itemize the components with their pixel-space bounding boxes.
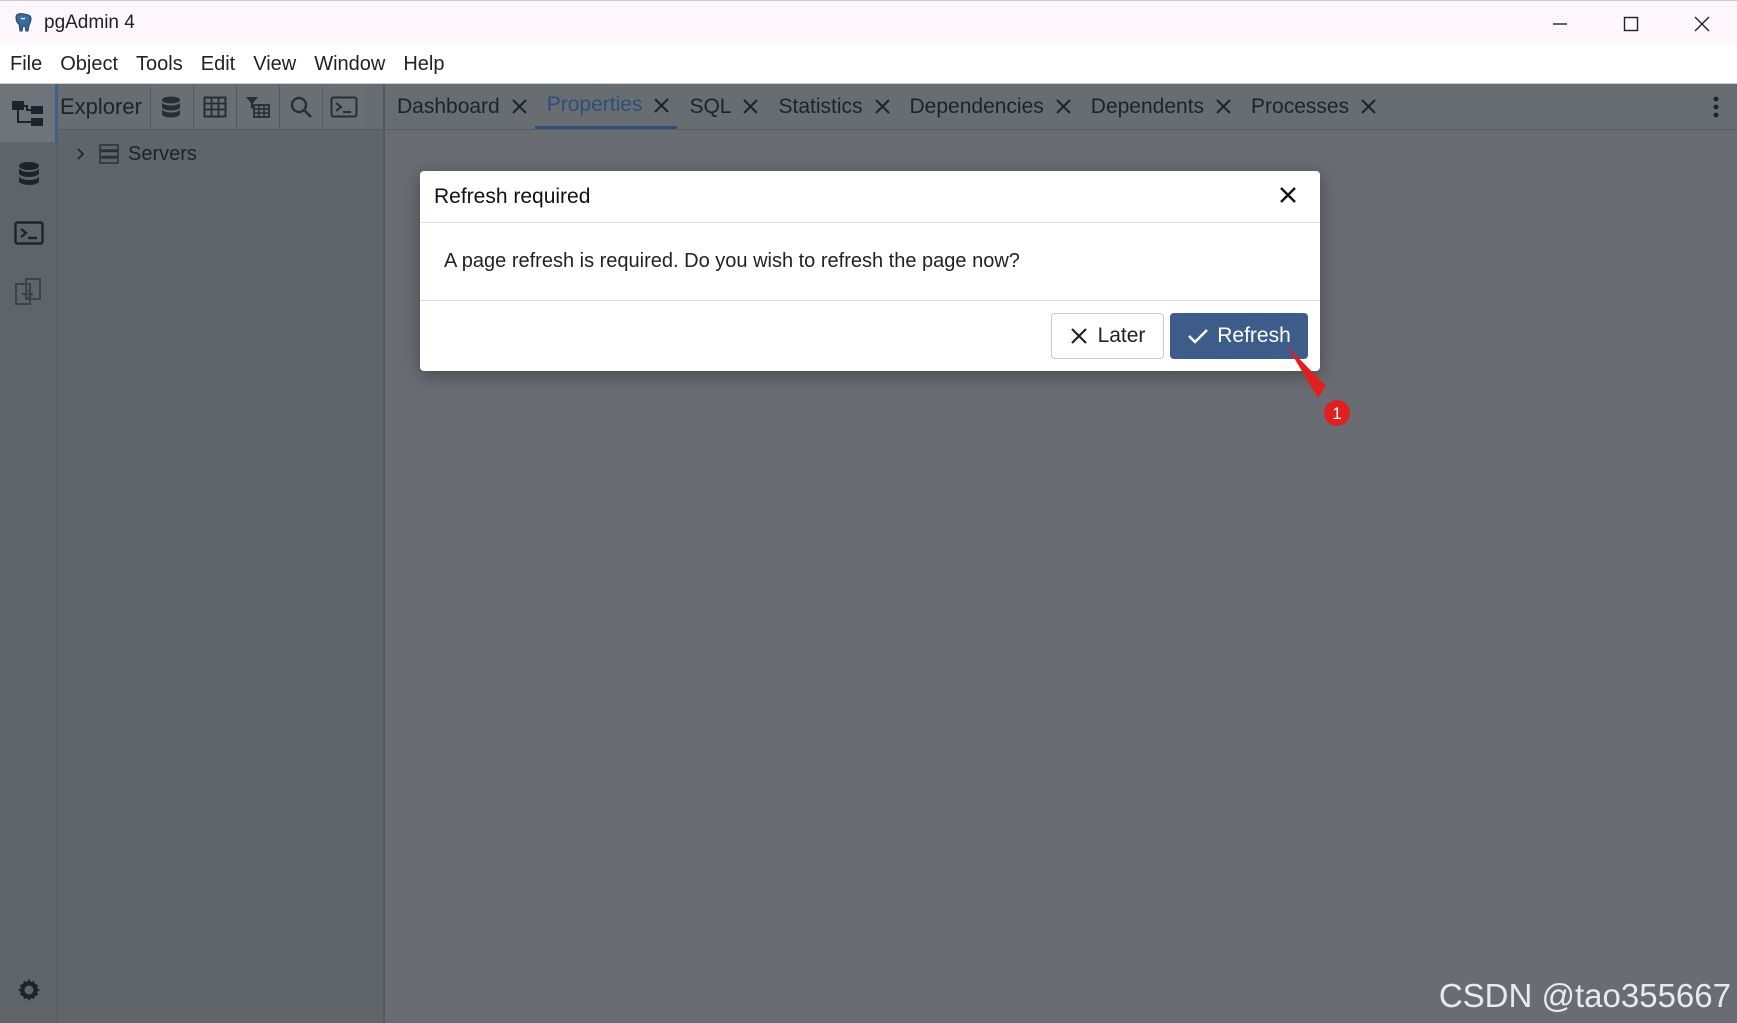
- filtered-rows-button[interactable]: [236, 85, 279, 128]
- dialog-message: A page refresh is required. Do you wish …: [444, 250, 1020, 272]
- close-icon: [1070, 328, 1087, 344]
- tab-bar: Dashboard Properties SQL Statistics Depe…: [385, 84, 1737, 130]
- dialog-header: Refresh required: [420, 171, 1320, 223]
- explorer-title: Explorer: [60, 93, 142, 119]
- settings-button[interactable]: [0, 965, 58, 1015]
- gear-icon: [18, 979, 40, 1001]
- close-icon: [743, 99, 759, 114]
- search-icon: [290, 96, 312, 118]
- explorer-toolbar: Explorer: [58, 84, 383, 130]
- menu-file[interactable]: File: [0, 45, 51, 84]
- window-title-bar: pgAdmin 4: [0, 0, 1737, 45]
- server-group-icon: [99, 144, 119, 164]
- tab-close-button[interactable]: [874, 99, 890, 114]
- maximize-button[interactable]: [1595, 1, 1666, 46]
- close-icon: [512, 99, 527, 114]
- close-icon: [1361, 99, 1376, 114]
- tab-close-button[interactable]: [1216, 99, 1231, 114]
- psql-tool-button[interactable]: [0, 204, 58, 262]
- more-vertical-icon: [1713, 96, 1719, 118]
- pgadmin-elephant-icon: [15, 13, 32, 32]
- tree-hierarchy-icon: [11, 101, 43, 126]
- close-icon: [1694, 16, 1709, 31]
- chevron-right-icon[interactable]: [74, 147, 88, 161]
- tab-label: Dashboard: [397, 94, 500, 118]
- close-icon: [1216, 99, 1231, 114]
- dialog-title: Refresh required: [434, 184, 591, 208]
- tab-dependents[interactable]: Dependents: [1079, 84, 1239, 129]
- tab-close-button[interactable]: [1056, 99, 1071, 114]
- tab-properties[interactable]: Properties: [534, 84, 678, 129]
- menu-edit[interactable]: Edit: [192, 45, 244, 84]
- watermark: CSDN @tao355667: [1438, 977, 1731, 1014]
- refresh-button-label: Refresh: [1217, 324, 1291, 347]
- menu-window[interactable]: Window: [305, 45, 394, 84]
- check-icon: [1188, 329, 1209, 344]
- object-explorer-button[interactable]: [0, 84, 58, 142]
- minimize-button[interactable]: [1524, 1, 1595, 46]
- close-icon: [1056, 99, 1071, 114]
- terminal-icon: [14, 221, 44, 245]
- close-icon: [1280, 187, 1296, 203]
- tab-label: Dependencies: [909, 94, 1044, 118]
- tab-label: Properties: [546, 93, 643, 116]
- view-data-button[interactable]: [193, 85, 236, 128]
- tree-item-servers[interactable]: Servers: [58, 134, 383, 174]
- database-icon: [162, 96, 180, 117]
- tab-label: Processes: [1251, 94, 1350, 118]
- query-tool-button[interactable]: [0, 145, 58, 203]
- search-objects-button[interactable]: [279, 85, 322, 128]
- tab-sql[interactable]: SQL: [677, 84, 766, 129]
- object-explorer-panel: Explorer Servers: [58, 84, 385, 1023]
- later-button-label: Later: [1097, 324, 1146, 347]
- tab-close-button[interactable]: [512, 99, 527, 114]
- tab-close-button[interactable]: [654, 97, 670, 113]
- tab-close-button[interactable]: [1361, 99, 1376, 114]
- tree-item-label: Servers: [128, 142, 197, 165]
- tab-dashboard[interactable]: Dashboard: [385, 84, 535, 129]
- menu-tools[interactable]: Tools: [127, 45, 192, 84]
- table-filter-icon: [246, 96, 270, 118]
- tab-close-button[interactable]: [743, 99, 759, 114]
- schema-diff-button[interactable]: [0, 263, 58, 321]
- later-button[interactable]: Later: [1051, 313, 1164, 359]
- psql-toolbar-button[interactable]: [322, 85, 365, 128]
- annotation-pointer-icon: 1: [1287, 346, 1350, 426]
- maximize-icon: [1623, 16, 1638, 31]
- close-window-button[interactable]: [1666, 1, 1737, 46]
- table-icon: [203, 96, 227, 117]
- tab-label: Dependents: [1090, 94, 1205, 118]
- dialog-body: A page refresh is required. Do you wish …: [420, 223, 1320, 301]
- query-tool-toolbar-button[interactable]: [150, 85, 193, 128]
- close-icon: [874, 99, 890, 114]
- menu-view[interactable]: View: [244, 45, 305, 84]
- annotation-badge: 1: [1332, 404, 1341, 423]
- more-options-button[interactable]: [1713, 84, 1719, 130]
- menu-help[interactable]: Help: [394, 45, 453, 84]
- terminal-icon: [330, 96, 358, 117]
- tab-dependencies[interactable]: Dependencies: [898, 84, 1079, 129]
- menu-bar: File Object Tools Edit View Window Help: [0, 45, 1737, 84]
- dialog-footer: Later Refresh: [420, 301, 1320, 369]
- window-title: pgAdmin 4: [44, 12, 135, 33]
- dialog-close-button[interactable]: [1278, 185, 1298, 210]
- refresh-required-dialog: Refresh required A page refresh is requi…: [420, 171, 1320, 371]
- tab-statistics[interactable]: Statistics: [766, 84, 897, 129]
- tab-label: Statistics: [778, 94, 863, 118]
- minimize-icon: [1552, 22, 1567, 25]
- menu-object[interactable]: Object: [51, 45, 127, 84]
- schema-diff-icon: [15, 278, 41, 305]
- activity-bar: [0, 84, 58, 1023]
- close-icon: [654, 97, 670, 113]
- database-icon: [19, 162, 39, 185]
- tab-label: SQL: [689, 94, 732, 118]
- tab-processes[interactable]: Processes: [1239, 84, 1384, 129]
